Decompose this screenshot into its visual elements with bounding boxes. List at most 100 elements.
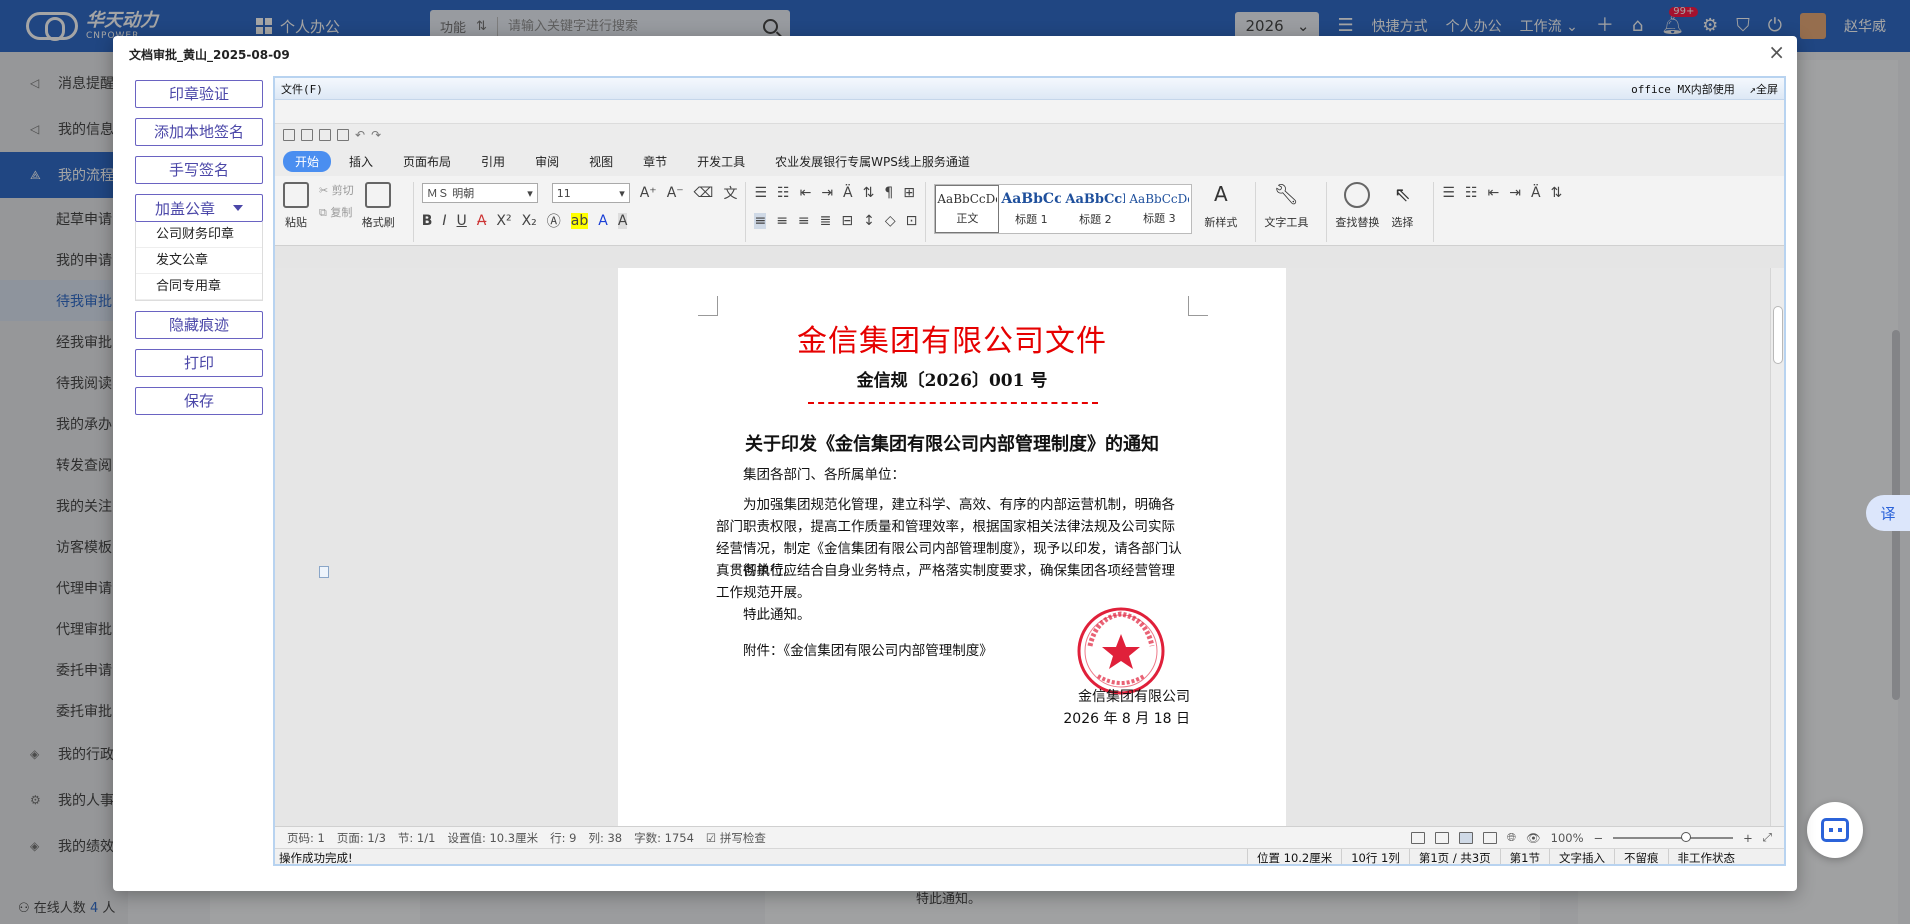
distribute-icon[interactable]: ⊟ bbox=[841, 213, 853, 229]
decrease-indent-icon[interactable]: ⇤ bbox=[1488, 185, 1500, 201]
char-shading-icon[interactable]: A bbox=[617, 213, 628, 229]
tab-references[interactable]: 引用 bbox=[469, 151, 517, 172]
align-right-icon[interactable]: ≡ bbox=[798, 213, 810, 229]
scrollbar-thumb[interactable] bbox=[1773, 306, 1783, 364]
line-spacing-icon[interactable]: ↕ bbox=[863, 213, 875, 229]
page-view-icon[interactable] bbox=[1458, 831, 1473, 844]
zoom-value[interactable]: 100% bbox=[1551, 831, 1584, 845]
show-marks-icon[interactable]: ¶ bbox=[884, 185, 893, 201]
underline-icon[interactable]: U bbox=[457, 213, 467, 229]
text-direction-icon[interactable]: Ä bbox=[843, 185, 853, 201]
tab-bank-service[interactable]: 农业发展银行专属WPS线上服务通道 bbox=[763, 151, 982, 172]
tab-page-layout[interactable]: 页面布局 bbox=[391, 151, 463, 172]
print-button[interactable]: 打印 bbox=[135, 349, 263, 377]
eye-protect-icon[interactable]: 👁︎ bbox=[1526, 831, 1541, 845]
chat-button[interactable] bbox=[1807, 802, 1863, 858]
text-effect-icon[interactable]: Ⓐ bbox=[547, 211, 561, 231]
paste-button[interactable]: 粘贴 bbox=[283, 182, 309, 230]
tab-review[interactable]: 审阅 bbox=[523, 151, 571, 172]
cut-button[interactable]: ✂ 剪切 bbox=[319, 182, 354, 198]
redo-icon[interactable]: ↷ bbox=[371, 128, 381, 142]
increase-indent-icon[interactable]: ⇥ bbox=[821, 185, 833, 201]
italic-icon[interactable]: I bbox=[442, 213, 446, 229]
verify-seal-button[interactable]: 印章验证 bbox=[135, 80, 263, 108]
undo-icon[interactable]: ↶ bbox=[355, 128, 365, 142]
border-icon[interactable]: ⊡ bbox=[906, 213, 918, 229]
fit-page-icon[interactable]: ⤢ bbox=[1763, 830, 1772, 845]
sort-icon[interactable]: ⇅ bbox=[1551, 185, 1563, 201]
table-insert-icon[interactable]: ⊞ bbox=[903, 185, 915, 201]
numbered-list-icon[interactable]: ☷ bbox=[1465, 185, 1478, 201]
fullscreen-view-icon[interactable] bbox=[1410, 831, 1425, 844]
format-painter-button[interactable]: 格式刷 bbox=[362, 182, 395, 230]
decrease-indent-icon[interactable]: ⇤ bbox=[800, 185, 812, 201]
select-button[interactable]: ⇖ 选择 bbox=[1389, 182, 1415, 230]
zoom-out-icon[interactable]: − bbox=[1594, 831, 1604, 845]
sort-icon[interactable]: ⇅ bbox=[863, 185, 875, 201]
save-button[interactable]: 保存 bbox=[135, 387, 263, 415]
align-left-icon[interactable]: ≡ bbox=[754, 213, 767, 229]
font-family-select[interactable]: ＭＳ 明朝 ▾ bbox=[421, 183, 538, 203]
copy-button[interactable]: ⧉ 复制 bbox=[319, 204, 354, 220]
highlight-icon[interactable]: ab bbox=[570, 213, 589, 229]
justify-icon[interactable]: ≣ bbox=[820, 213, 832, 229]
web-view-icon[interactable]: 🌐︎ bbox=[1507, 830, 1516, 845]
zoom-slider[interactable] bbox=[1613, 831, 1734, 842]
grow-font-icon[interactable]: A⁺ bbox=[640, 185, 657, 201]
find-replace-button[interactable]: 查找替换 bbox=[1335, 182, 1379, 230]
font-size-select[interactable]: 11 ▾ bbox=[551, 183, 630, 203]
seal-option-document[interactable]: 发文公章 bbox=[136, 248, 262, 274]
style-heading-3[interactable]: AaBbCcDd 标题 3 bbox=[1127, 185, 1191, 233]
text-direction-icon[interactable]: Ä bbox=[1531, 185, 1541, 201]
font-color-icon[interactable]: A bbox=[598, 213, 608, 229]
magnifier-icon bbox=[1344, 182, 1371, 208]
shading-icon[interactable]: ◇ bbox=[885, 213, 896, 229]
bold-icon[interactable]: B bbox=[422, 213, 433, 229]
shrink-font-icon[interactable]: A⁻ bbox=[667, 185, 684, 201]
seal-option-contract[interactable]: 合同专用章 bbox=[136, 274, 262, 300]
seal-option-finance[interactable]: 公司财务印章 bbox=[136, 222, 262, 248]
tab-section[interactable]: 章节 bbox=[631, 151, 679, 172]
handwrite-signature-button[interactable]: 手写签名 bbox=[135, 156, 263, 184]
hide-trace-button[interactable]: 隐藏痕迹 bbox=[135, 311, 263, 339]
zoom-in-icon[interactable]: + bbox=[1743, 831, 1753, 845]
strikethrough-icon[interactable]: A̶ bbox=[477, 213, 487, 229]
open-folder-icon[interactable] bbox=[301, 129, 313, 141]
tab-home[interactable]: 开始 bbox=[283, 150, 332, 172]
add-local-signature-button[interactable]: 添加本地签名 bbox=[135, 118, 263, 146]
bullet-list-icon[interactable]: ☰ bbox=[754, 185, 767, 201]
translate-button[interactable]: 译 bbox=[1866, 495, 1910, 531]
select-label: 选择 bbox=[1391, 216, 1414, 229]
tab-insert[interactable]: 插入 bbox=[337, 151, 385, 172]
text-tools-button[interactable]: 🔧︎ 文字工具 bbox=[1264, 182, 1308, 230]
outline-view-icon[interactable] bbox=[1482, 831, 1497, 844]
document-page[interactable]: 金信集团有限公司文件 金信规〔2026〕001 号 关于印发《金信集团有限公司内… bbox=[618, 268, 1286, 826]
superscript-icon[interactable]: X² bbox=[496, 213, 511, 229]
red-divider bbox=[808, 402, 1098, 404]
increase-indent-icon[interactable]: ⇥ bbox=[1509, 185, 1521, 201]
file-menu[interactable]: 文件(F) bbox=[281, 81, 323, 97]
subscript-icon[interactable]: X₂ bbox=[522, 213, 537, 229]
new-file-icon[interactable] bbox=[283, 129, 295, 141]
tab-view[interactable]: 视图 bbox=[577, 151, 625, 172]
close-icon[interactable]: × bbox=[1768, 40, 1785, 64]
phonetic-icon[interactable]: 文 bbox=[723, 183, 737, 203]
style-normal[interactable]: AaBbCcDd 正文 bbox=[935, 185, 1000, 233]
style-heading-2[interactable]: AaBbCcD 标题 2 bbox=[1063, 185, 1127, 233]
spell-check-button[interactable]: ☑ 拼写检查 bbox=[706, 830, 766, 846]
fullscreen-button[interactable]: ↗全屏 bbox=[1749, 83, 1778, 96]
numbered-list-icon[interactable]: ☷ bbox=[777, 185, 790, 201]
zoom-slider-knob[interactable] bbox=[1681, 831, 1692, 842]
tab-developer[interactable]: 开发工具 bbox=[685, 151, 757, 172]
align-center-icon[interactable]: ≡ bbox=[776, 213, 788, 229]
print-icon[interactable] bbox=[337, 129, 349, 141]
bullet-list-icon[interactable]: ☰ bbox=[1442, 185, 1455, 201]
new-style-button[interactable]: A 新样式 bbox=[1204, 182, 1237, 230]
add-seal-button[interactable]: 加盖公章 bbox=[135, 194, 263, 222]
document-scrollbar[interactable] bbox=[1770, 268, 1784, 826]
read-view-icon[interactable] bbox=[1434, 831, 1449, 844]
document-icon[interactable] bbox=[319, 566, 329, 578]
save-icon[interactable] bbox=[319, 129, 331, 141]
clear-format-icon[interactable]: ⌫ bbox=[694, 185, 714, 201]
style-heading-1[interactable]: AaBbCc 标题 1 bbox=[999, 185, 1063, 233]
